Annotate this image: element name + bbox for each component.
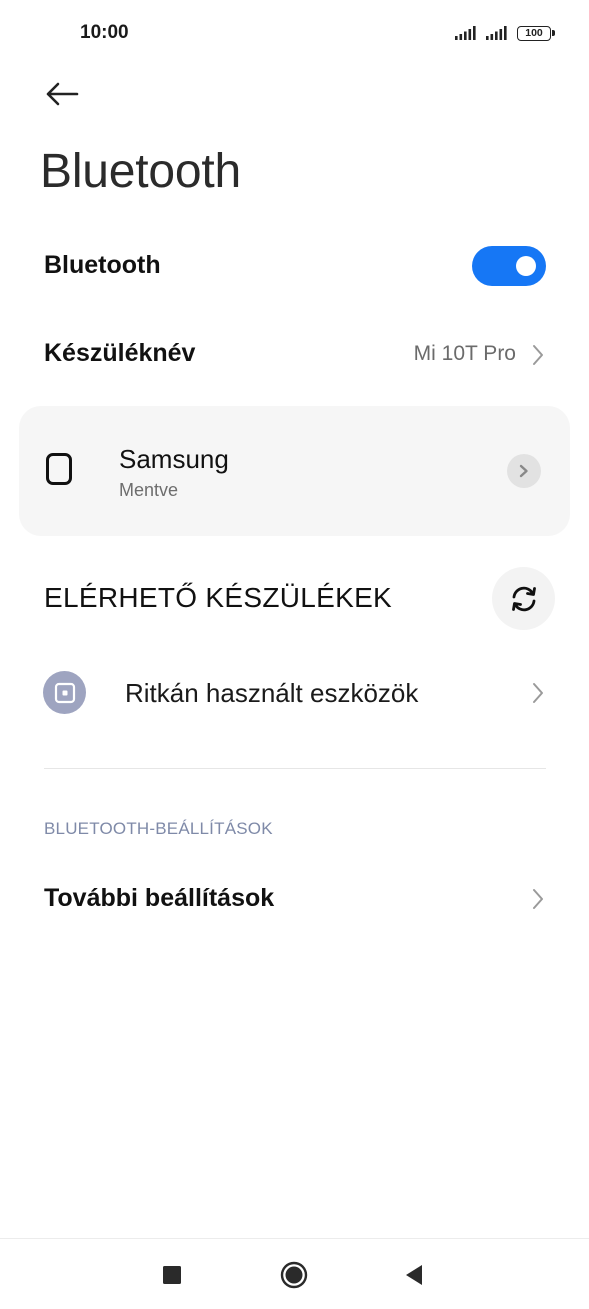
chevron-right-icon bbox=[519, 464, 528, 478]
device-name-row[interactable]: Készüléknév Mi 10T Pro bbox=[0, 320, 589, 390]
available-devices-header: ELÉRHETŐ KÉSZÜLÉKEK bbox=[44, 582, 393, 613]
paired-device-card[interactable]: Samsung Mentve bbox=[19, 406, 570, 536]
navigation-bar bbox=[0, 1238, 589, 1309]
signal-icon bbox=[486, 26, 507, 40]
rarely-used-devices-row[interactable]: Ritkán használt eszközök bbox=[0, 650, 589, 736]
paired-device-status: Mentve bbox=[119, 480, 179, 500]
battery-icon: 100 bbox=[517, 25, 555, 41]
rarely-used-devices-label: Ritkán használt eszközök bbox=[125, 678, 419, 708]
recents-square-icon bbox=[163, 1266, 181, 1284]
square-dot-icon bbox=[54, 682, 75, 703]
bluetooth-toggle-label: Bluetooth bbox=[44, 251, 161, 279]
paired-device-details-button[interactable] bbox=[507, 454, 541, 488]
back-button[interactable] bbox=[38, 70, 86, 118]
signal-icon bbox=[455, 26, 476, 40]
device-square-icon bbox=[43, 671, 86, 714]
nav-back-button[interactable] bbox=[396, 1257, 432, 1293]
home-button[interactable] bbox=[276, 1257, 312, 1293]
bluetooth-toggle-switch[interactable] bbox=[472, 246, 546, 286]
status-time: 10:00 bbox=[80, 22, 129, 43]
recents-button[interactable] bbox=[154, 1257, 190, 1293]
more-settings-row[interactable]: További beállítások bbox=[0, 862, 589, 936]
status-bar: 10:00 100 bbox=[0, 0, 589, 66]
refresh-icon bbox=[511, 586, 536, 611]
bluetooth-settings-header: BLUETOOTH-BEÁLLÍTÁSOK bbox=[44, 819, 273, 838]
divider bbox=[44, 768, 546, 769]
paired-device-name: Samsung bbox=[119, 444, 229, 474]
chevron-right-icon bbox=[533, 889, 543, 909]
battery-level: 100 bbox=[525, 26, 543, 39]
back-triangle-icon bbox=[406, 1265, 422, 1285]
refresh-button[interactable] bbox=[492, 567, 555, 630]
home-circle-icon bbox=[280, 1261, 308, 1289]
page-title: Bluetooth bbox=[40, 145, 242, 198]
arrow-left-icon bbox=[46, 82, 79, 106]
phone-outline-icon bbox=[46, 453, 72, 485]
toggle-knob bbox=[516, 256, 536, 276]
chevron-right-icon bbox=[533, 683, 543, 703]
bluetooth-settings-screen: 10:00 100 Bluetooth Bluetooth Készülékné… bbox=[0, 0, 589, 1309]
device-name-label: Készüléknév bbox=[44, 339, 196, 367]
device-name-value: Mi 10T Pro bbox=[413, 342, 516, 365]
more-settings-label: További beállítások bbox=[44, 884, 275, 912]
status-icons: 100 bbox=[455, 22, 555, 44]
chevron-right-icon bbox=[533, 345, 543, 365]
